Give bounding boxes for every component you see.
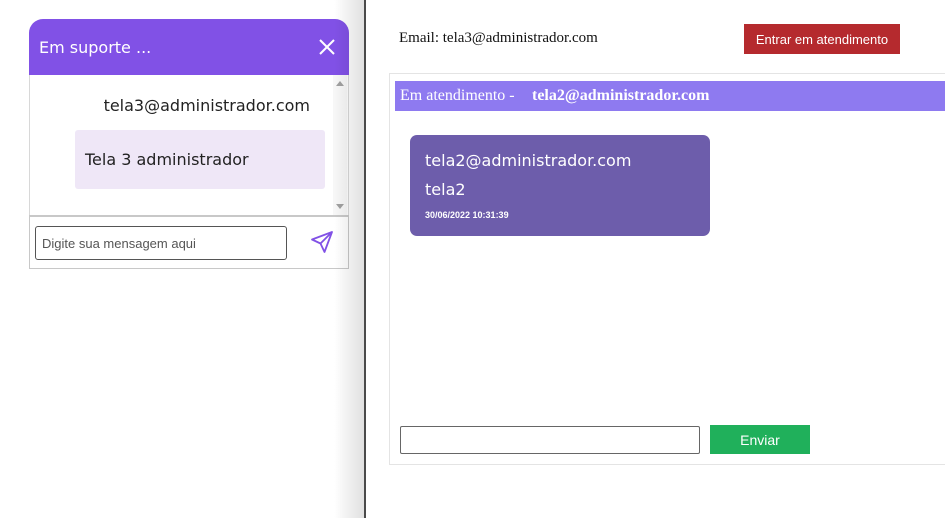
- message-bubble: Tela 3 administrador: [75, 130, 325, 189]
- chat-message-text: tela2: [425, 180, 466, 199]
- chat-header: Em atendimento - tela2@administrador.com: [395, 81, 945, 111]
- message-input[interactable]: [35, 226, 287, 260]
- support-chat-widget: Em suporte ... tela3@administrador.com T…: [29, 19, 349, 269]
- chat-message-sender: tela2@administrador.com: [425, 151, 632, 170]
- enter-support-button[interactable]: Entrar em atendimento: [744, 24, 900, 54]
- send-icon[interactable]: [310, 230, 334, 254]
- current-user-email: Email: tela3@administrador.com: [399, 30, 598, 46]
- pane-shadow: [334, 0, 364, 518]
- agent-message-input[interactable]: [400, 426, 700, 454]
- send-button[interactable]: Enviar: [710, 425, 810, 454]
- chat-header-label: Em atendimento -: [400, 87, 515, 104]
- chat-header-email: tela2@administrador.com: [532, 87, 710, 104]
- chat-message-timestamp: 30/06/2022 10:31:39: [425, 210, 509, 220]
- chat-message: tela2@administrador.com tela2 30/06/2022…: [410, 135, 710, 236]
- pane-divider[interactable]: [364, 0, 366, 518]
- widget-title: Em suporte ...: [39, 38, 152, 57]
- message-sender: tela3@administrador.com: [103, 96, 310, 115]
- left-pane: Em suporte ... tela3@administrador.com T…: [0, 0, 364, 518]
- message-text: Tela 3 administrador: [85, 150, 249, 169]
- widget-messages: tela3@administrador.com Tela 3 administr…: [29, 75, 349, 215]
- widget-footer: [29, 215, 349, 269]
- widget-header: Em suporte ...: [29, 19, 349, 75]
- agent-chat-panel: Em atendimento - tela2@administrador.com…: [389, 73, 945, 465]
